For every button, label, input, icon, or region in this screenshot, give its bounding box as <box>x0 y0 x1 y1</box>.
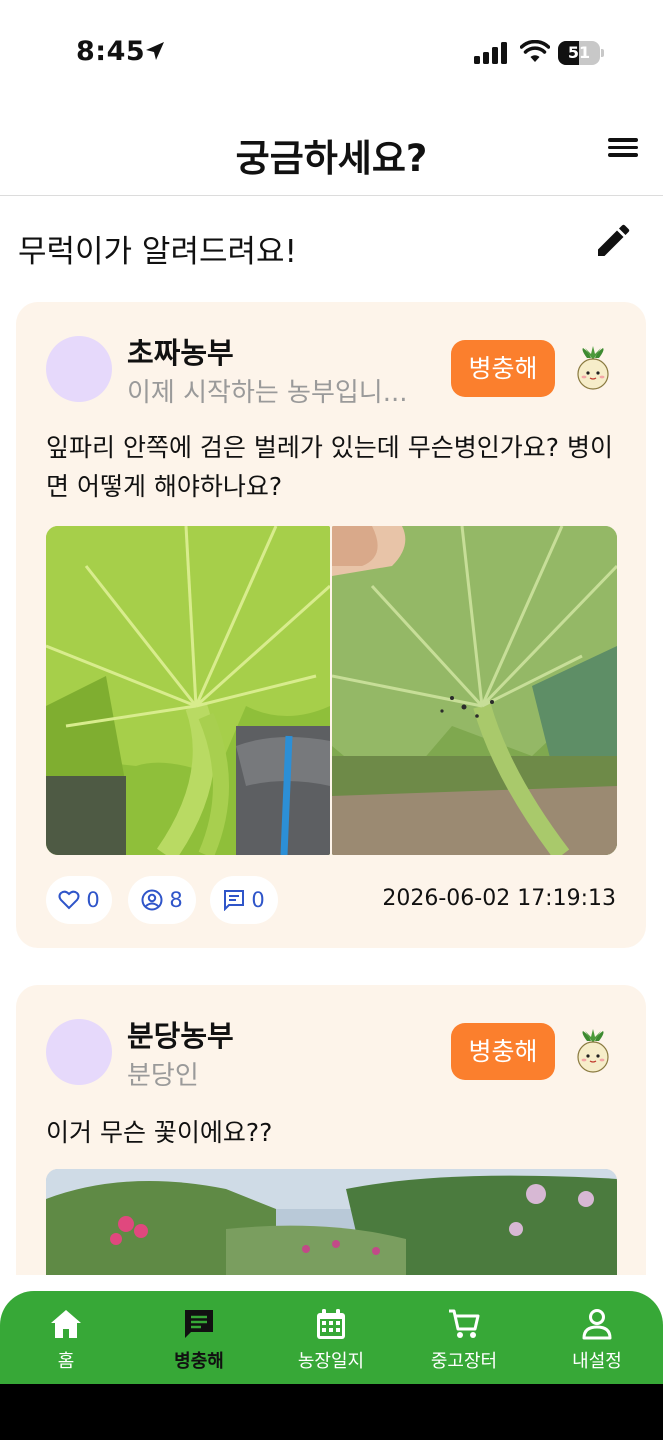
category-badge[interactable]: 병충해 <box>451 340 555 397</box>
message-icon <box>185 1310 213 1338</box>
post-text[interactable]: 잎파리 안쪽에 검은 벌레가 있는데 무슨병인가요? 병이면 어떻게 해야하나요… <box>46 428 626 506</box>
like-count: 0 <box>86 888 100 912</box>
post-text[interactable]: 이거 무슨 꽃이에요?? <box>46 1113 626 1152</box>
status-bar: 8:45 51 <box>0 0 663 100</box>
hamburger-menu-icon[interactable] <box>604 134 644 164</box>
section-header: 무럭이가 알려드려요! <box>0 210 663 280</box>
radish-mascot-icon <box>577 346 609 390</box>
tab-label: 농장일지 <box>297 1351 365 1372</box>
author-bio: 이제 시작하는 농부입니... <box>127 378 408 408</box>
heart-icon <box>58 890 80 910</box>
tab-label: 내설정 <box>572 1351 622 1372</box>
user-icon <box>582 1309 612 1340</box>
author-name[interactable]: 분당농부 <box>127 1013 234 1055</box>
post-card[interactable]: 초짜농부 이제 시작하는 농부입니... 병충해 잎파리 안쪽에 검은 벌레가 … <box>16 302 646 948</box>
user-circle-icon <box>141 889 163 911</box>
author-bio: 분당인 <box>127 1061 199 1091</box>
tab-label: 홈 <box>57 1351 75 1372</box>
tab-home[interactable]: 홈 <box>0 1291 132 1384</box>
home-indicator-area <box>0 1384 663 1440</box>
bottom-tab-bar: 홈 병충해 농장일지 중고장터 내설정 <box>0 1291 663 1384</box>
app-header: 궁금하세요? <box>0 100 663 196</box>
battery-indicator: 51 <box>558 41 604 65</box>
tab-label: 병충해 <box>174 1351 224 1372</box>
post-photo[interactable] <box>332 526 617 855</box>
section-title: 무럭이가 알려드려요! <box>18 234 297 270</box>
comment-count: 0 <box>251 888 265 912</box>
home-icon <box>51 1310 81 1338</box>
avatar[interactable] <box>46 336 112 402</box>
post-date: 2026-06-02 17:19:13 <box>382 886 616 911</box>
view-count-pill[interactable]: 8 <box>128 876 196 924</box>
tab-label: 중고장터 <box>430 1351 498 1372</box>
tab-pest[interactable]: 병충해 <box>133 1291 265 1384</box>
status-time: 8:45 <box>76 36 146 67</box>
like-button[interactable]: 0 <box>46 876 112 924</box>
wifi-icon <box>520 40 550 62</box>
comment-icon <box>224 890 245 911</box>
post-photo[interactable] <box>46 526 330 855</box>
view-count: 8 <box>169 888 183 912</box>
pencil-icon[interactable] <box>592 222 632 262</box>
location-arrow-icon <box>146 42 164 60</box>
author-name[interactable]: 초짜농부 <box>127 330 234 372</box>
post-photo[interactable] <box>46 1169 617 1275</box>
radish-mascot-icon <box>577 1029 609 1073</box>
comment-button[interactable]: 0 <box>210 876 278 924</box>
page-title: 궁금하세요? <box>235 137 428 180</box>
cart-icon <box>449 1309 480 1338</box>
post-card[interactable]: 분당농부 분당인 병충해 이거 무슨 꽃이에요?? <box>16 985 646 1275</box>
category-badge[interactable]: 병충해 <box>451 1023 555 1080</box>
calendar-icon <box>317 1309 345 1339</box>
battery-level: 51 <box>567 43 591 62</box>
tab-marketplace[interactable]: 중고장터 <box>398 1291 530 1384</box>
tab-farm-diary[interactable]: 농장일지 <box>265 1291 397 1384</box>
cellular-signal-icon <box>474 42 507 64</box>
post-photos[interactable] <box>46 526 617 855</box>
tab-settings[interactable]: 내설정 <box>531 1291 663 1384</box>
avatar[interactable] <box>46 1019 112 1085</box>
